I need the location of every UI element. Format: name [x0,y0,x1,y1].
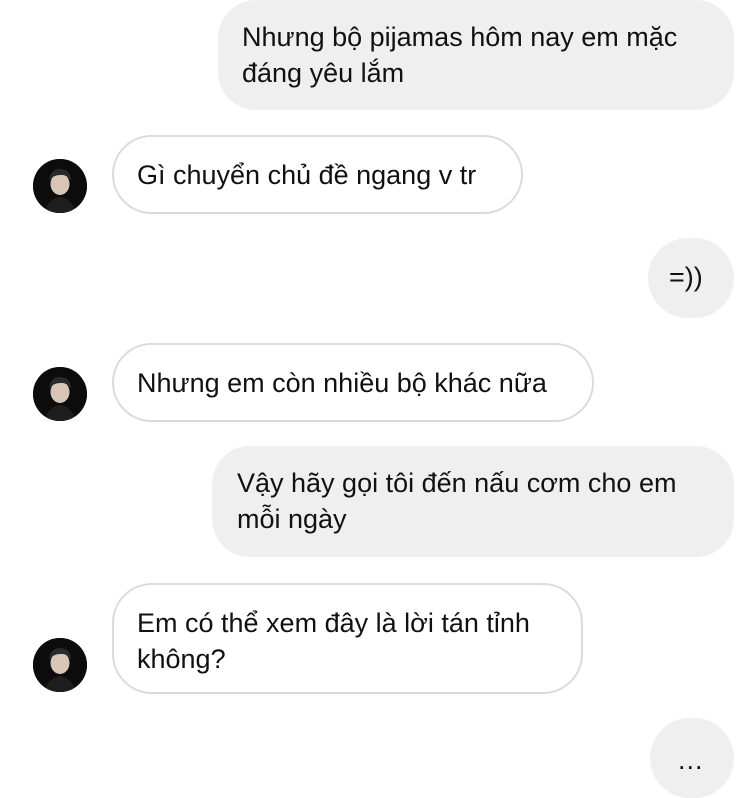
message-bubble-sent[interactable]: Nhưng bộ pijamas hôm nay em mặc đáng yêu… [218,0,734,110]
message-bubble-sent[interactable]: ... [650,718,734,798]
message-bubble-received[interactable]: Gì chuyển chủ đề ngang v tr [112,135,523,214]
message-bubble-sent[interactable]: Vậy hãy gọi tôi đến nấu cơm cho em mỗi n… [212,446,734,557]
message-bubble-received[interactable]: Em có thể xem đây là lời tán tỉnh không? [112,583,583,694]
avatar-photo-icon [33,638,87,692]
message-bubble-received[interactable]: Nhưng em còn nhiều bộ khác nữa [112,343,594,422]
contact-avatar[interactable] [33,367,87,421]
avatar-photo-icon [33,367,87,421]
message-bubble-sent[interactable]: =)) [648,238,734,318]
avatar-photo-icon [33,159,87,213]
contact-avatar[interactable] [33,638,87,692]
contact-avatar[interactable] [33,159,87,213]
